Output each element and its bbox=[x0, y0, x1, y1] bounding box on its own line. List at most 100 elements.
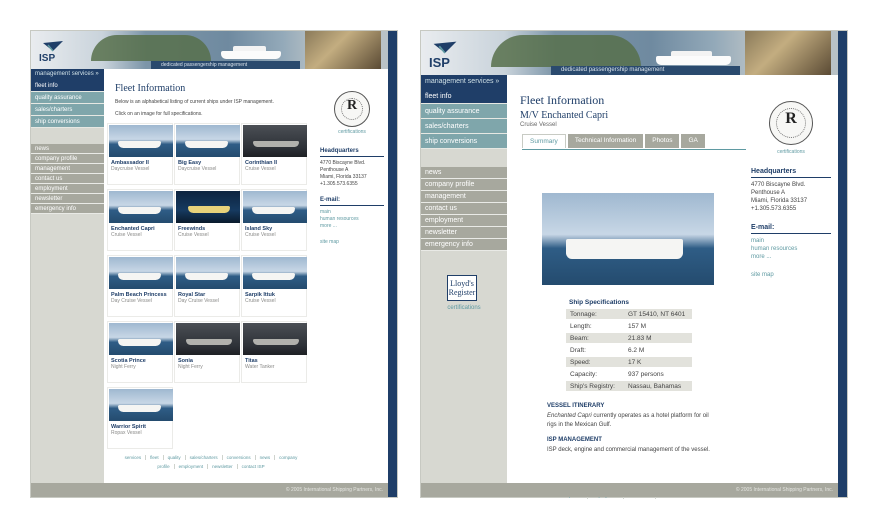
footer-link[interactable]: sales/charters bbox=[184, 455, 222, 460]
menu-header[interactable]: management services » bbox=[421, 75, 507, 89]
footer-link[interactable]: company bbox=[274, 455, 302, 460]
nav-employment[interactable]: employment bbox=[421, 215, 507, 227]
certifications-link[interactable]: certifications bbox=[751, 148, 831, 156]
nav-newsletter[interactable]: newsletter bbox=[421, 227, 507, 239]
itinerary-text: Enchanted Capri currently operates as a … bbox=[547, 412, 717, 430]
ship-thumbnail[interactable] bbox=[109, 257, 173, 289]
ship-tile[interactable]: Titas Water Tanker bbox=[241, 321, 307, 383]
footer-link[interactable]: services bbox=[121, 455, 146, 460]
footer-link[interactable]: news bbox=[254, 455, 275, 460]
ship-thumbnail[interactable] bbox=[176, 323, 240, 355]
email-main-link[interactable]: main bbox=[320, 209, 384, 216]
nav-news[interactable]: news bbox=[421, 167, 507, 179]
ship-tile[interactable]: Ambassador II Daycruise Vessel bbox=[107, 123, 173, 185]
ship-tile[interactable]: Enchanted Capri Cruise Vessel bbox=[107, 189, 173, 251]
management-heading: ISP MANAGEMENT bbox=[547, 437, 602, 443]
nav-fleet-info[interactable]: fleet info bbox=[421, 89, 507, 104]
email-hr-link[interactable]: human resources bbox=[320, 216, 384, 223]
ship-thumbnail[interactable] bbox=[243, 257, 307, 289]
nav-ship-conversions[interactable]: ship conversions bbox=[421, 134, 507, 149]
spec-value: 937 persons bbox=[624, 369, 692, 379]
contact-column: R certifications Headquarters 4770 Bisca… bbox=[751, 101, 831, 279]
ship-tile[interactable]: Big Easy Daycruise Vessel bbox=[174, 123, 240, 185]
tab-summary[interactable]: Summary bbox=[522, 134, 566, 148]
certifications-link[interactable]: certifications bbox=[320, 129, 384, 136]
nav-ship-conversions[interactable]: ship conversions bbox=[31, 116, 104, 128]
menu-header[interactable]: management services » bbox=[31, 69, 104, 80]
footer-link[interactable]: contact ISP bbox=[236, 464, 269, 469]
spec-value: 17 K bbox=[624, 357, 692, 367]
ship-tile[interactable]: Warrior Spirit Ropax Vessel bbox=[107, 387, 173, 449]
ship-thumbnail[interactable] bbox=[109, 323, 173, 355]
footer-link[interactable]: newsletter bbox=[207, 464, 237, 469]
nav-management[interactable]: management bbox=[31, 164, 104, 174]
nav-employment[interactable]: employment bbox=[31, 184, 104, 194]
certifications-link[interactable]: certifications bbox=[421, 305, 507, 311]
email-more-link[interactable]: more ... bbox=[320, 223, 384, 230]
ship-thumbnail[interactable] bbox=[176, 125, 240, 157]
banner-ship-image bbox=[656, 51, 731, 65]
footer-link[interactable]: employment bbox=[173, 464, 208, 469]
nav-sales-charters[interactable]: sales/charters bbox=[31, 104, 104, 116]
ship-tile[interactable]: Royal Star Day Cruise Vessel bbox=[174, 255, 240, 317]
ship-thumbnail[interactable] bbox=[109, 191, 173, 223]
tab-ga[interactable]: GA bbox=[681, 134, 705, 148]
nav-sales-charters[interactable]: sales/charters bbox=[421, 119, 507, 134]
spec-label: Speed: bbox=[566, 357, 624, 367]
ship-tile[interactable]: Sarpik Ittuk Cruise Vessel bbox=[241, 255, 307, 317]
nav-quality-assurance[interactable]: quality assurance bbox=[31, 92, 104, 104]
email-more-link[interactable]: more ... bbox=[751, 253, 831, 261]
ship-tile[interactable]: Corinthian II Cruise Vessel bbox=[241, 123, 307, 185]
footer-link[interactable]: quality bbox=[162, 455, 185, 460]
spec-label: Tonnage: bbox=[566, 309, 624, 319]
ship-tile[interactable]: Scotia Prince Night Ferry bbox=[107, 321, 173, 383]
lloyds-line-2: Register bbox=[448, 288, 476, 297]
ship-tile[interactable]: Island Sky Cruise Vessel bbox=[241, 189, 307, 251]
ship-tile[interactable]: Sonia Night Ferry bbox=[174, 321, 240, 383]
registered-certification-seal[interactable]: R bbox=[334, 91, 370, 127]
spec-label: Beam: bbox=[566, 333, 624, 343]
email-main-link[interactable]: main bbox=[751, 237, 831, 245]
lloyds-register-logo[interactable]: Lloyd's Register bbox=[447, 275, 477, 301]
ship-tile[interactable]: Palm Beach Princess Day Cruise Vessel bbox=[107, 255, 173, 317]
nav-quality-assurance[interactable]: quality assurance bbox=[421, 104, 507, 119]
site-map-link[interactable]: site map bbox=[751, 271, 831, 279]
nav-company-profile[interactable]: company profile bbox=[421, 179, 507, 191]
footer-link[interactable]: conversions bbox=[221, 455, 255, 460]
spec-value: Nassau, Bahamas bbox=[624, 381, 692, 391]
hq-address-2: Penthouse A bbox=[751, 190, 786, 196]
nav-management[interactable]: management bbox=[421, 191, 507, 203]
registered-certification-seal[interactable]: R bbox=[769, 101, 813, 145]
hq-address-2: Penthouse A bbox=[320, 167, 349, 173]
nav-emergency-info[interactable]: emergency info bbox=[421, 239, 507, 251]
nav-contact-us[interactable]: contact us bbox=[421, 203, 507, 215]
ship-thumbnail[interactable] bbox=[109, 125, 173, 157]
ship-type: Day Cruise Vessel bbox=[178, 298, 219, 304]
ship-thumbnail[interactable] bbox=[243, 125, 307, 157]
ship-thumbnail[interactable] bbox=[176, 191, 240, 223]
logo-text[interactable]: ISP bbox=[429, 55, 450, 70]
footer-link[interactable]: fleet bbox=[145, 455, 163, 460]
nav-company-profile[interactable]: company profile bbox=[31, 154, 104, 164]
right-rail bbox=[388, 31, 397, 497]
nav-newsletter[interactable]: newsletter bbox=[31, 194, 104, 204]
nav-contact-us[interactable]: contact us bbox=[31, 174, 104, 184]
tab-photos[interactable]: Photos bbox=[645, 134, 680, 148]
header-banner: dedicated passengership management ISP bbox=[421, 31, 840, 75]
ship-tile[interactable]: Freewinds Cruise Vessel bbox=[174, 189, 240, 251]
ship-thumbnail[interactable] bbox=[109, 389, 173, 421]
nav-emergency-info[interactable]: emergency info bbox=[31, 204, 104, 214]
ship-photo[interactable] bbox=[542, 193, 714, 285]
logo-text[interactable]: ISP bbox=[39, 53, 55, 64]
nav-news[interactable]: news bbox=[31, 144, 104, 154]
footer-link[interactable]: profile bbox=[153, 464, 173, 469]
tab-technical-information[interactable]: Technical Information bbox=[567, 134, 644, 148]
ship-thumbnail[interactable] bbox=[243, 323, 307, 355]
page-title: Fleet Information bbox=[115, 83, 186, 94]
email-hr-link[interactable]: human resources bbox=[751, 245, 831, 253]
spec-row: Capacity: 937 persons bbox=[566, 369, 692, 379]
site-map-link[interactable]: site map bbox=[320, 239, 384, 246]
nav-fleet-info[interactable]: fleet info bbox=[31, 80, 104, 92]
ship-thumbnail[interactable] bbox=[176, 257, 240, 289]
ship-thumbnail[interactable] bbox=[243, 191, 307, 223]
